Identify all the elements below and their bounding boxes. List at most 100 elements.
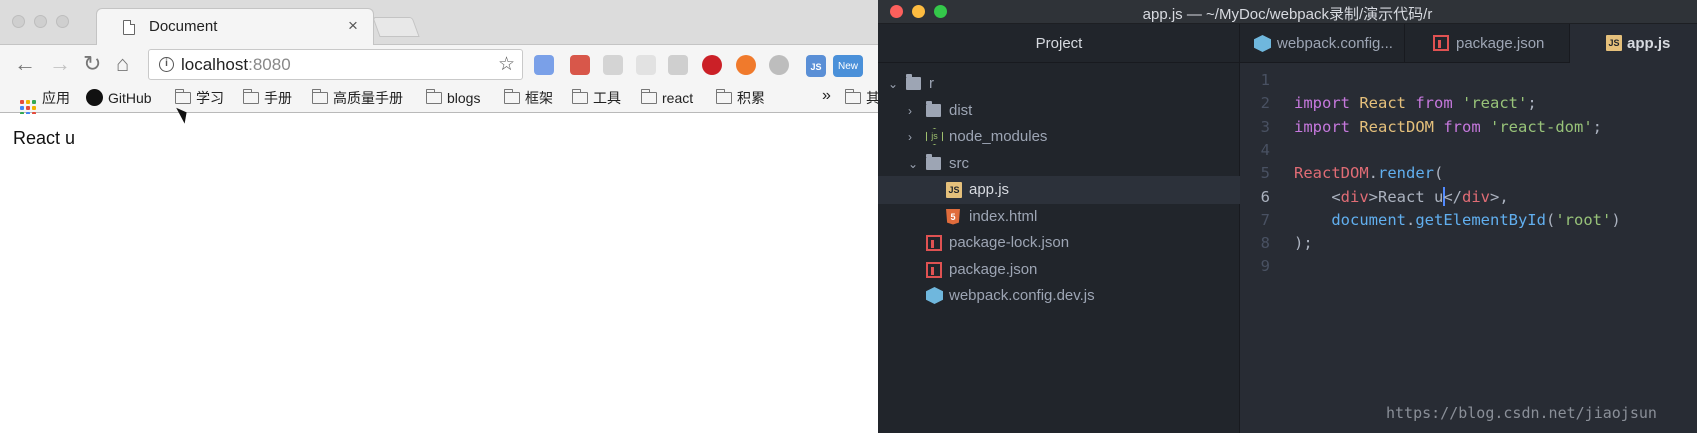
extension-icon[interactable]	[603, 55, 623, 75]
folder-icon	[906, 74, 921, 90]
bookmark-apps[interactable]: 应用	[20, 89, 70, 116]
tab-webpack-config[interactable]: webpack.config...	[1240, 24, 1405, 63]
code-text: );	[1294, 231, 1313, 256]
tree-item-label: package-lock.json	[949, 234, 1070, 251]
tree-item[interactable]: JS app.js	[878, 176, 1240, 204]
bookmark-folder-accumulate[interactable]: 积累	[716, 89, 765, 107]
bookmark-github[interactable]: GitHub	[86, 89, 152, 107]
code-line: 1	[1240, 68, 1697, 93]
watermark-text: https://blog.csdn.net/jiaojsun	[1386, 404, 1657, 422]
tree-item[interactable]: › dist	[878, 97, 1240, 125]
bookmark-label: blogs	[447, 90, 481, 106]
tree-item[interactable]: ⌄ src	[878, 150, 1240, 178]
code-token: from	[1406, 94, 1453, 113]
tree-item[interactable]: package.json	[878, 256, 1240, 284]
editor-window-title: app.js — ~/MyDoc/webpack录制/演示代码/r	[1142, 6, 1433, 23]
bookmark-folder-quality-manual[interactable]: 高质量手册	[312, 89, 403, 107]
translate-extension-icon[interactable]	[534, 55, 554, 75]
js-extension-icon[interactable]: JS	[806, 55, 826, 77]
address-bar[interactable]: i localhost:8080 ☆	[148, 49, 523, 80]
bookmark-folder-manual[interactable]: 手册	[243, 89, 292, 107]
code-line: 2 import React from 'react';	[1240, 91, 1697, 116]
forward-button[interactable]: →	[49, 52, 71, 76]
close-window-button[interactable]	[12, 15, 25, 28]
chevron-down-icon[interactable]: ⌄	[908, 150, 918, 178]
code-token: from	[1434, 117, 1481, 136]
code-token: 'react'	[1452, 94, 1528, 113]
new-extension-icon[interactable]: New	[833, 55, 863, 77]
reload-button[interactable]: ↻	[83, 52, 101, 76]
home-button[interactable]: ⌂	[116, 52, 129, 76]
bookmark-folder-react[interactable]: react	[641, 89, 693, 107]
folder-icon	[312, 89, 328, 104]
bookmark-label: react	[662, 90, 694, 106]
tree-item[interactable]: package-lock.json	[878, 229, 1240, 257]
tree-item[interactable]: › js node_modules	[878, 123, 1240, 151]
code-line: 7 document.getElementById('root')	[1240, 208, 1697, 233]
gear-icon[interactable]	[769, 55, 789, 75]
folder-icon	[175, 89, 191, 104]
chevron-right-icon[interactable]: ›	[908, 123, 912, 151]
folder-icon	[572, 89, 588, 104]
pinterest-icon[interactable]	[702, 55, 722, 75]
info-icon[interactable]: i	[159, 57, 174, 72]
chevron-right-icon[interactable]: ›	[908, 97, 912, 125]
folder-icon	[926, 153, 941, 170]
browser-tab-strip: Document ×	[0, 0, 878, 46]
code-token: document	[1294, 210, 1406, 229]
line-number: 8	[1260, 234, 1270, 253]
code-token: >,	[1490, 187, 1509, 206]
minimize-window-button[interactable]	[34, 15, 47, 28]
bookmark-star-icon[interactable]: ☆	[498, 53, 515, 76]
code-token: getElementById	[1415, 210, 1546, 229]
extension-icon[interactable]	[570, 55, 590, 75]
chevron-down-icon[interactable]: ⌄	[888, 70, 898, 98]
tab-label: webpack.config...	[1277, 35, 1393, 52]
tree-item-label: index.html	[969, 207, 1038, 225]
bookmark-folder-blogs[interactable]: blogs	[426, 89, 480, 107]
line-number: 1	[1260, 71, 1270, 89]
browser-tab-title: Document	[149, 18, 218, 35]
browser-tab-document[interactable]: Document ×	[96, 8, 374, 46]
npm-icon	[1433, 35, 1449, 51]
bookmarks-overflow-button[interactable]: »	[822, 87, 831, 105]
code-line: 8);	[1240, 231, 1697, 256]
folder-icon	[845, 89, 861, 104]
back-button[interactable]: ←	[14, 52, 36, 76]
new-tab-button[interactable]	[372, 17, 420, 37]
zoom-window-button[interactable]	[56, 15, 69, 28]
folder-icon	[243, 89, 259, 104]
tab-close-icon[interactable]: ×	[348, 16, 358, 36]
tree-item[interactable]: ⌄ r	[878, 70, 1240, 98]
extension-icon[interactable]	[636, 55, 656, 75]
bookmark-folder-other[interactable]: 其	[845, 89, 878, 107]
folder-icon	[426, 89, 442, 104]
browser-toolbar: ← → ↻ ⌂ i localhost:8080 ☆ JS New	[0, 45, 878, 85]
tree-item-label: r	[929, 75, 934, 92]
tab-package-json[interactable]: package.json	[1405, 24, 1570, 63]
line-number: 2	[1260, 94, 1270, 113]
bookmark-label: 手册	[264, 90, 292, 106]
bookmark-label: 工具	[593, 90, 621, 106]
tab-label: app.js	[1627, 35, 1671, 52]
bookmark-folder-tools[interactable]: 工具	[572, 89, 621, 107]
code-token: ;	[1527, 94, 1537, 113]
code-line: 3 import ReactDOM from 'react-dom';	[1240, 115, 1697, 140]
extension-icon[interactable]	[736, 55, 756, 75]
tree-item-label: app.js	[969, 181, 1010, 198]
tree-item[interactable]: 5 index.html	[878, 203, 1240, 231]
tree-item-label: dist	[949, 101, 973, 119]
code-token: React	[1350, 94, 1406, 113]
code-token: import	[1294, 117, 1350, 136]
web-page-content: React u	[0, 114, 878, 433]
bookmark-folder-frameworks[interactable]: 框架	[504, 89, 553, 107]
tree-item[interactable]: webpack.config.dev.js	[878, 282, 1240, 310]
folder-icon	[716, 89, 732, 104]
url-text[interactable]: localhost:8080	[181, 55, 291, 75]
code-text: ReactDOM.render(	[1294, 161, 1443, 186]
code-editor[interactable]: 1 2 import React from 'react'; 3 import Reac…	[1240, 63, 1697, 433]
line-number: 9	[1260, 257, 1270, 276]
tab-app-js[interactable]: JS app.js	[1570, 24, 1697, 63]
bookmark-label: 学习	[196, 90, 224, 106]
extension-icon[interactable]	[668, 55, 688, 75]
